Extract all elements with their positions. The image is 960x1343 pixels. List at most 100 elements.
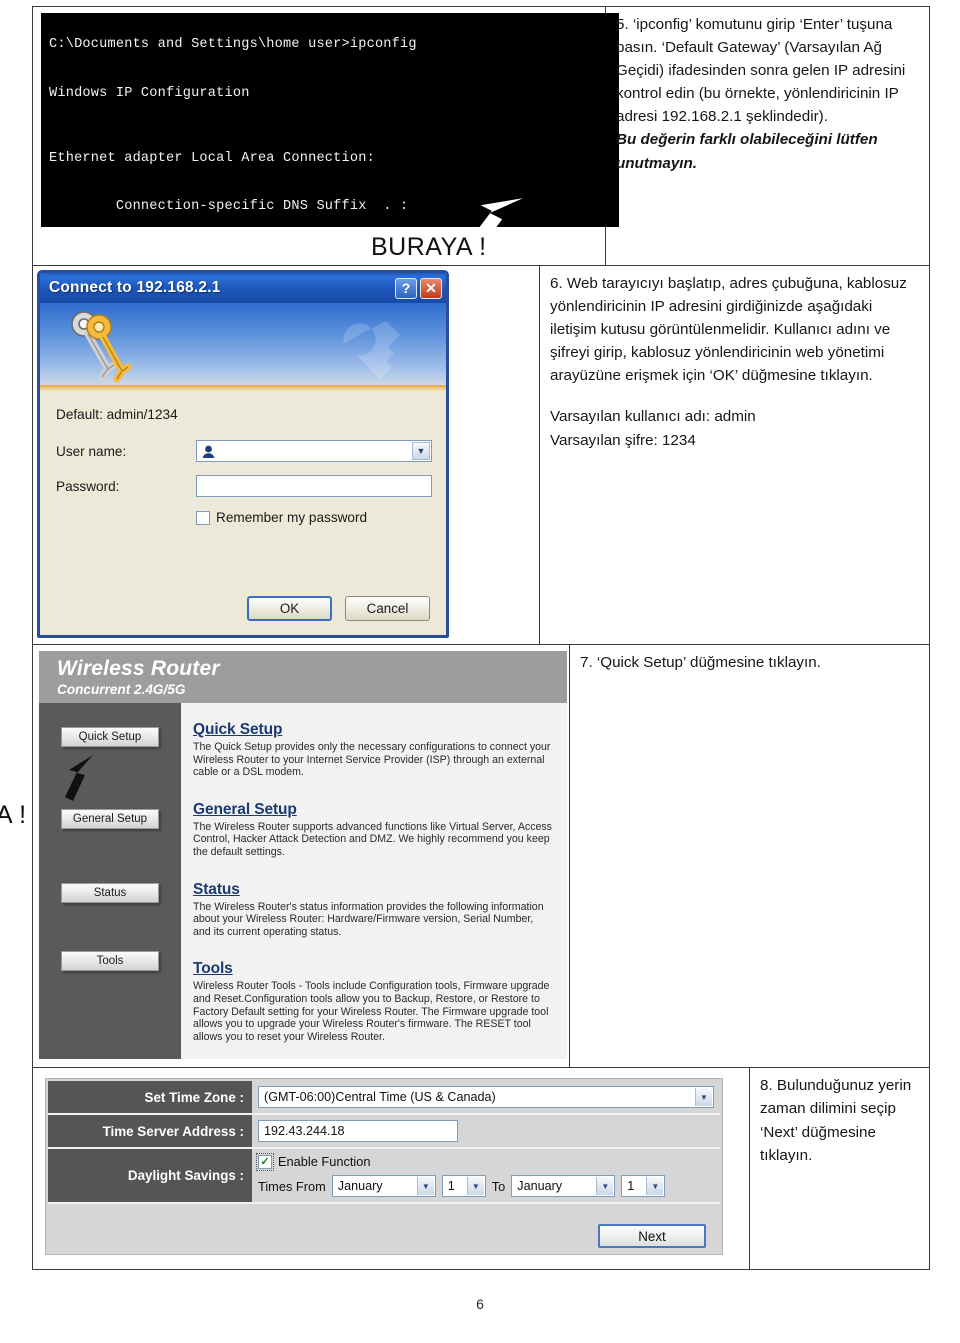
step8-text: 8. Bulunduğunuz yerin zaman dilimini seç… (750, 1068, 929, 1174)
ok-button[interactable]: OK (247, 596, 332, 621)
table-row: Set Time Zone : (GMT-06:00)Central Time … (32, 1068, 930, 1271)
daylight-savings-cell: ✓ Enable Function Times From January ▼ 1… (252, 1149, 720, 1203)
checkbox-box (196, 510, 210, 525)
section-text: The Wireless Router's status information… (193, 900, 544, 938)
to-day-select[interactable]: 1 ▼ (621, 1175, 666, 1198)
manual-page: C:\Documents and Settings\home user>ipco… (0, 0, 960, 1343)
username-input[interactable]: ▼ (196, 440, 432, 462)
chevron-down-icon[interactable]: ▼ (466, 1177, 484, 1196)
user-avatar-icon (202, 445, 215, 458)
section-status: Status The Wireless Router's status info… (193, 881, 553, 939)
chevron-down-icon[interactable]: ▼ (646, 1177, 664, 1196)
step5-body: 5. ‘ipconfig’ komutunu girip ‘Enter’ tuş… (616, 16, 906, 126)
section-heading[interactable]: General Setup (193, 801, 553, 819)
times-from-label: Times From (258, 1178, 326, 1194)
router-brand-title: Wireless Router (57, 657, 220, 680)
step6-body: 6. Web tarayıcıyı başlatıp, adres çubuğu… (550, 275, 907, 385)
step7-text: 7. ‘Quick Setup’ düğmesine tıklayın. (570, 645, 929, 682)
connect-dialog: Connect to 192.168.2.1 ? ✕ Default: admi… (37, 270, 449, 638)
dialog-body: Default: admin/1234 User name: ▼ Passwor… (40, 391, 446, 525)
from-month-select[interactable]: January ▼ (331, 1175, 436, 1198)
sidebar-item-general-setup[interactable]: General Setup (61, 809, 159, 829)
console-line: Ethernet adapter Local Area Connection: (49, 150, 375, 166)
dialog-titlebar[interactable]: Connect to 192.168.2.1 ? ✕ (40, 273, 446, 303)
router-content: Quick Setup The Quick Setup provides onl… (181, 703, 567, 1060)
ghost-keys-icon (343, 321, 400, 379)
console-cell: C:\Documents and Settings\home user>ipco… (32, 6, 619, 266)
section-heading[interactable]: Tools (193, 960, 553, 978)
timezone-label: Set Time Zone : (48, 1081, 252, 1114)
section-text: The Quick Setup provides only the necess… (193, 741, 551, 779)
dialog-banner (40, 303, 446, 385)
instruction-table: C:\Documents and Settings\home user>ipco… (0, 6, 930, 1271)
dst-range-row: Times From January ▼ 1 ▼ To January ▼ 1 … (258, 1175, 666, 1198)
to-day-value: 1 (627, 1179, 635, 1194)
router-sidebar: Quick Setup General Setup Status Tools A… (0, 703, 181, 1060)
chevron-down-icon[interactable]: ▼ (416, 1177, 434, 1196)
section-tools: Tools Wireless Router Tools - Tools incl… (193, 960, 553, 1043)
dialog-buttons: OK Cancel (247, 596, 430, 621)
remember-password-label: Remember my password (216, 510, 368, 525)
pointer-arrow-icon (477, 196, 528, 227)
router-admin-page: Wireless Router Concurrent 2.4G/5G Quick… (0, 651, 567, 1060)
table-row: C:\Documents and Settings\home user>ipco… (32, 6, 930, 266)
router-wrap: Wireless Router Concurrent 2.4G/5G Quick… (0, 645, 569, 1067)
next-button[interactable]: Next (598, 1224, 706, 1249)
dialog-wrap: Connect to 192.168.2.1 ? ✕ Default: admi… (33, 266, 539, 644)
username-label: User name: (56, 443, 127, 459)
to-month-select[interactable]: January ▼ (511, 1175, 616, 1198)
table-row: Connect to 192.168.2.1 ? ✕ Default: admi… (32, 266, 930, 645)
password-input[interactable] (196, 475, 432, 497)
enable-function-row: ✓ Enable Function (256, 1152, 370, 1171)
sidebar-item-status[interactable]: Status (61, 883, 159, 903)
sidebar-item-tools[interactable]: Tools (61, 951, 159, 971)
router-body: Quick Setup General Setup Status Tools A… (0, 703, 567, 1060)
close-icon[interactable]: ✕ (420, 277, 442, 299)
time-server-input[interactable]: 192.43.244.18 (258, 1120, 458, 1143)
chevron-down-icon[interactable]: ▼ (412, 442, 430, 460)
daylight-savings-label: Daylight Savings : (48, 1149, 252, 1203)
from-day-select[interactable]: 1 ▼ (441, 1175, 486, 1198)
help-button[interactable]: ? (395, 277, 417, 299)
console-line: Connection-specific DNS Suffix . : (49, 199, 409, 215)
section-heading[interactable]: Quick Setup (193, 721, 553, 739)
chevron-down-icon[interactable]: ▼ (596, 1177, 614, 1196)
section-general-setup: General Setup The Wireless Router suppor… (193, 801, 553, 859)
console-line: Windows IP Configuration (49, 85, 250, 101)
username-field-row: User name: ▼ (56, 440, 432, 462)
keys-icon (71, 311, 132, 383)
annotation-buraya-bottom: BURAYA ! (0, 801, 27, 829)
timezone-value-cell: (GMT-06:00)Central Time (US & Canada) ▼ (252, 1081, 720, 1114)
password-label: Password: (56, 478, 120, 494)
default-password-line: Varsayılan şifre: 1234 (550, 431, 696, 449)
section-text: The Wireless Router supports advanced fu… (193, 820, 552, 858)
step5-cell: 5. ‘ipconfig’ komutunu girip ‘Enter’ tuş… (606, 6, 930, 266)
step6-text: 6. Web tarayıcıyı başlatıp, adres çubuğu… (540, 266, 929, 460)
step6-cell: 6. Web tarayıcıyı başlatıp, adres çubuğu… (540, 266, 930, 645)
cancel-button[interactable]: Cancel (345, 596, 430, 621)
timezone-form: Set Time Zone : (GMT-06:00)Central Time … (45, 1078, 723, 1256)
annotation-buraya-top: BURAYA ! (371, 233, 487, 261)
timezone-form-cell: Set Time Zone : (GMT-06:00)Central Time … (32, 1068, 750, 1271)
step5-text: 5. ‘ipconfig’ komutunu girip ‘Enter’ tuş… (606, 7, 929, 183)
daylight-savings-row: Daylight Savings : ✓ Enable Function Tim… (48, 1149, 720, 1205)
remember-password-checkbox[interactable]: Remember my password (196, 510, 432, 525)
to-month-value: January (517, 1179, 563, 1194)
step8-body: 8. Bulunduğunuz yerin zaman dilimini seç… (760, 1077, 912, 1164)
section-text: Wireless Router Tools - Tools include Co… (193, 980, 550, 1043)
time-server-row: Time Server Address : 192.43.244.18 (48, 1115, 720, 1150)
console-wrap: C:\Documents and Settings\home user>ipco… (33, 7, 619, 265)
from-day-value: 1 (447, 1179, 455, 1194)
chevron-down-icon[interactable]: ▼ (695, 1088, 712, 1107)
router-admin-cell: Wireless Router Concurrent 2.4G/5G Quick… (0, 645, 570, 1069)
step7-cell: 7. ‘Quick Setup’ düğmesine tıklayın. (570, 645, 930, 1069)
router-header: Wireless Router Concurrent 2.4G/5G (39, 651, 567, 703)
section-heading[interactable]: Status (193, 881, 553, 899)
timezone-select[interactable]: (GMT-06:00)Central Time (US & Canada) ▼ (258, 1086, 714, 1109)
timezone-row: Set Time Zone : (GMT-06:00)Central Time … (48, 1081, 720, 1116)
time-server-label: Time Server Address : (48, 1115, 252, 1148)
enable-function-checkbox[interactable]: ✓ (256, 1152, 274, 1171)
sidebar-item-quick-setup[interactable]: Quick Setup (61, 727, 159, 747)
command-prompt-window[interactable]: C:\Documents and Settings\home user>ipco… (41, 13, 619, 227)
